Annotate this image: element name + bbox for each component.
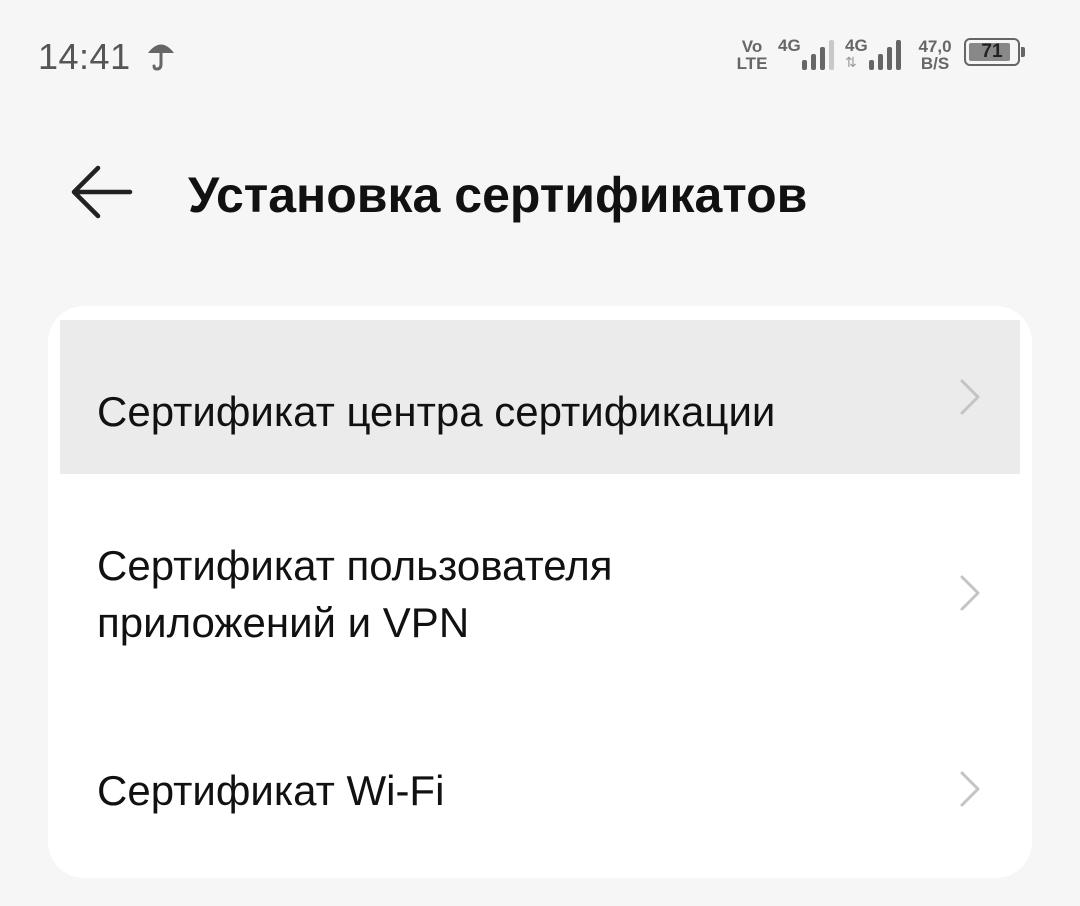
- signal-bars-icon: [869, 40, 901, 70]
- back-arrow-icon[interactable]: [66, 160, 136, 224]
- sim2-signal: 4G ⇅: [845, 36, 907, 72]
- sim1-network-type: 4G: [778, 36, 801, 55]
- chevron-right-icon: [960, 771, 980, 807]
- volte-indicator: Vo LTE: [735, 38, 769, 72]
- list-item-user-vpn-certificate[interactable]: Сертификат пользователя приложений и VPN: [60, 474, 1020, 706]
- battery-nub: [1021, 47, 1025, 57]
- data-arrows-icon: ⇅: [845, 54, 857, 70]
- status-time: 14:41: [38, 36, 131, 77]
- volte-bottom-text: LTE: [736, 54, 768, 73]
- chevron-right-icon: [960, 575, 980, 611]
- list-item-label: Сертификат центра сертификации: [97, 388, 776, 435]
- speed-unit: B/S: [920, 54, 950, 73]
- list-item-label: Сертификат Wi-Fi: [97, 767, 445, 814]
- list-item-label-line1: Сертификат пользователя: [97, 542, 613, 589]
- network-speed: 47,0 B/S: [914, 38, 956, 72]
- battery-icon: 71: [964, 38, 1026, 70]
- page-title: Установка сертификатов: [188, 167, 808, 223]
- status-bar: 14:41 Vo LTE 4G 4G ⇅ 47,0 B/S 71: [0, 0, 1080, 110]
- list-item-label-line2: приложений и VPN: [97, 599, 470, 646]
- volte-top-text: Vo: [741, 37, 763, 56]
- sim2-network-type: 4G: [845, 36, 868, 55]
- battery-percent: 71: [981, 41, 1003, 62]
- signal-bars-icon: [802, 40, 834, 70]
- speed-value: 47,0: [918, 37, 952, 56]
- umbrella-icon: [148, 44, 174, 71]
- certificate-list-card: Сертификат центра сертификации Сертифика…: [48, 306, 1032, 878]
- list-item-wifi-certificate[interactable]: Сертификат Wi-Fi: [60, 706, 1020, 878]
- chevron-right-icon: [960, 379, 980, 415]
- sim1-signal: 4G: [778, 36, 838, 72]
- list-item-ca-certificate[interactable]: Сертификат центра сертификации: [60, 320, 1020, 474]
